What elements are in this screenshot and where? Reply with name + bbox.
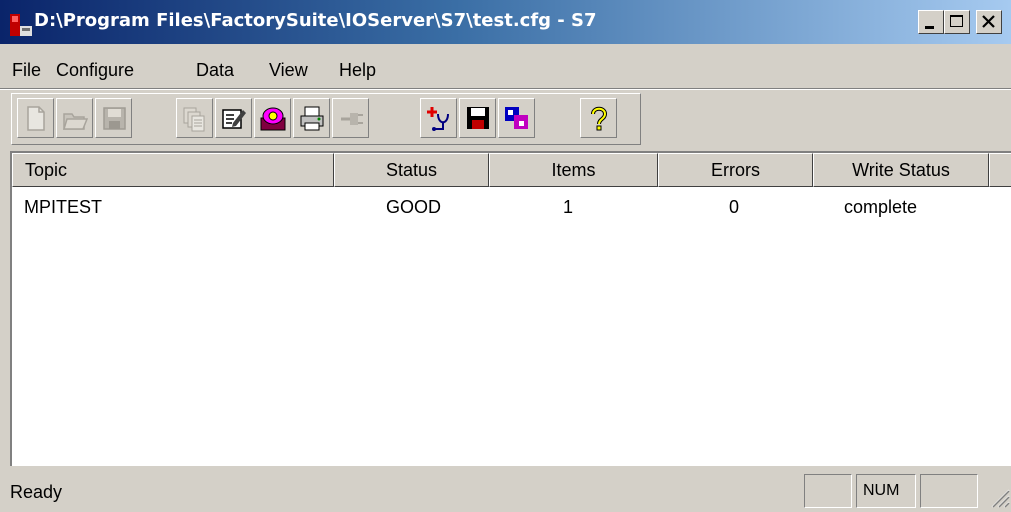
maximize-button[interactable] xyxy=(944,10,970,34)
topics-button[interactable] xyxy=(176,98,213,138)
menu-file[interactable]: File xyxy=(12,60,41,81)
cell-write-status: complete xyxy=(844,197,918,217)
status-panel-num: NUM xyxy=(856,474,916,508)
menu-data[interactable]: Data xyxy=(196,60,234,81)
cell-status: GOOD xyxy=(386,197,442,217)
cell-items: 1 xyxy=(563,197,574,217)
help-icon xyxy=(591,106,608,131)
close-icon xyxy=(982,15,995,28)
data-block-button[interactable] xyxy=(498,98,535,138)
print-icon xyxy=(300,106,324,131)
toolbar-separator xyxy=(0,88,1011,90)
save-disk-icon xyxy=(103,107,126,130)
column-header-status[interactable]: Status xyxy=(334,153,489,187)
help-button[interactable] xyxy=(580,98,617,138)
diagnostics-icon xyxy=(427,107,449,131)
edit-icon xyxy=(222,109,246,129)
edit-button[interactable] xyxy=(215,98,252,138)
save-config-icon xyxy=(467,107,489,129)
column-header-topic[interactable]: Topic xyxy=(12,153,334,187)
save-button[interactable] xyxy=(95,98,132,138)
window-title: D:\Program Files\FactorySuite\IOServer\S… xyxy=(34,10,597,31)
open-button[interactable] xyxy=(56,98,93,138)
save-config-button[interactable] xyxy=(459,98,496,138)
resize-grip-icon[interactable] xyxy=(988,486,1010,508)
status-text: Ready xyxy=(10,482,63,502)
status-bar: Ready NUM xyxy=(0,468,1011,512)
menu-view[interactable]: View xyxy=(269,60,308,81)
menu-bar: File Configure Data View Help xyxy=(0,58,1011,86)
server-settings-button[interactable] xyxy=(254,98,291,138)
maximize-icon xyxy=(950,15,963,27)
connect-button[interactable] xyxy=(332,98,369,138)
menu-help[interactable]: Help xyxy=(339,60,376,81)
diagnostics-button[interactable] xyxy=(420,98,457,138)
close-button[interactable] xyxy=(976,10,1002,34)
topic-list-view[interactable]: Topic Status Items Errors Write Status M… xyxy=(10,151,1011,466)
topic-list-icon xyxy=(183,107,205,132)
cell-topic: MPITEST xyxy=(24,197,103,217)
column-header-filler xyxy=(989,153,1011,187)
title-bar[interactable]: D:\Program Files\FactorySuite\IOServer\S… xyxy=(0,0,1011,44)
column-header-items[interactable]: Items xyxy=(489,153,658,187)
cell-errors: 0 xyxy=(729,197,740,217)
column-header-write-status[interactable]: Write Status xyxy=(813,153,989,187)
plug-icon xyxy=(341,113,363,125)
minimize-button[interactable] xyxy=(918,10,944,34)
menu-configure[interactable]: Configure xyxy=(56,60,134,81)
status-panel-scroll xyxy=(920,474,978,508)
status-panel-caps xyxy=(804,474,852,508)
print-button[interactable] xyxy=(293,98,330,138)
app-icon xyxy=(10,14,32,36)
column-header-errors[interactable]: Errors xyxy=(658,153,813,187)
new-document-icon xyxy=(27,106,45,131)
new-button[interactable] xyxy=(17,98,54,138)
server-settings-icon xyxy=(260,107,286,131)
data-block-icon xyxy=(505,107,528,129)
open-folder-icon xyxy=(62,113,88,130)
minimize-icon xyxy=(925,26,934,29)
